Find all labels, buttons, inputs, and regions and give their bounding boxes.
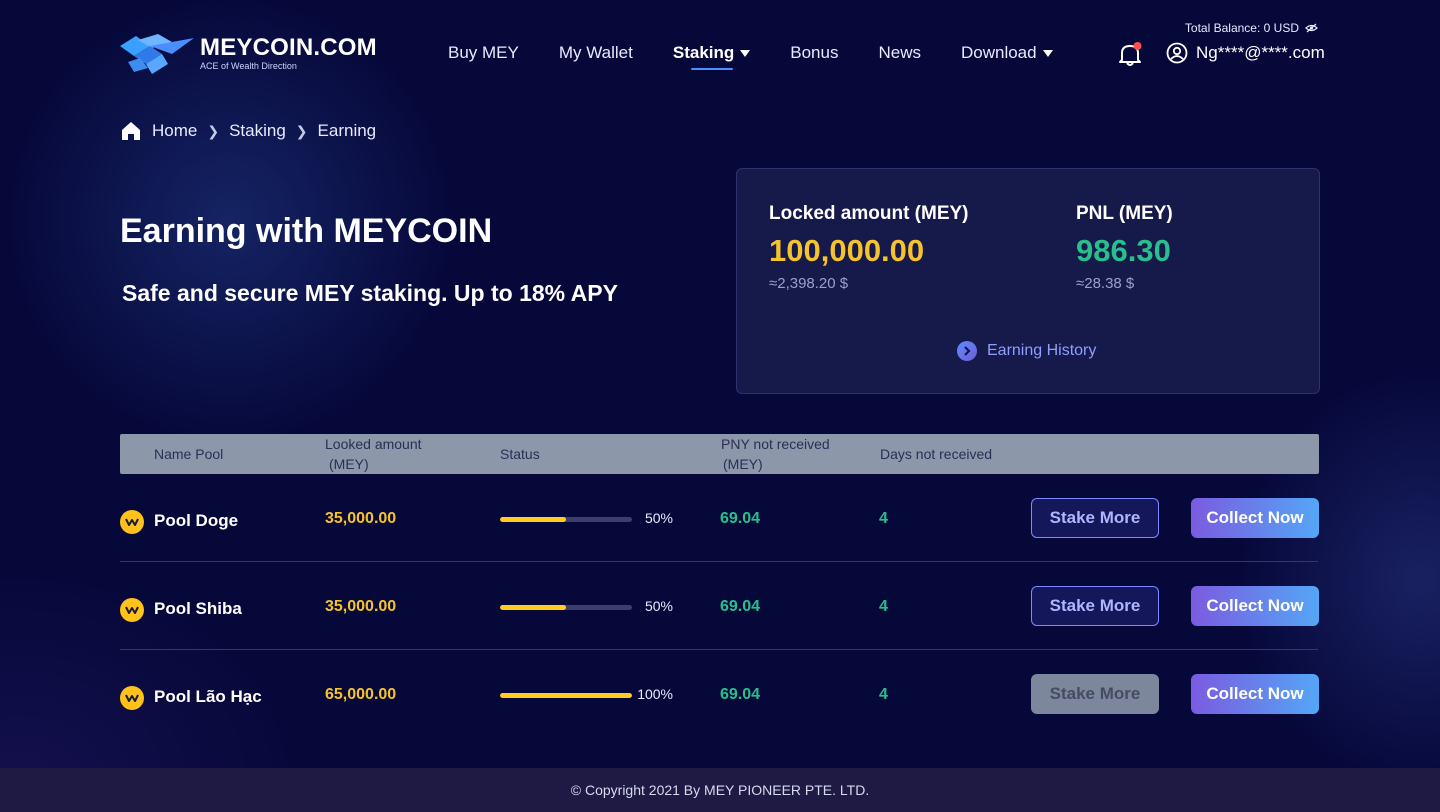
nav-buy-mey-label: Buy MEY [448,43,519,62]
chevron-right-icon: ❯ [295,122,308,139]
header-locked-amount-line1: Looked amount [325,436,422,452]
nav-staking-label: Staking [672,43,735,62]
locked-amount: 35,000.00 [325,510,397,527]
earning-history-link[interactable]: Earning History [957,341,1096,361]
stake-more-button: Stake More [1031,674,1159,714]
stake-more-button[interactable]: Stake More [1031,498,1159,538]
locked-amount-value: 100,000.00 [769,233,925,268]
collect-now-button[interactable]: Collect Now [1191,586,1319,626]
user-email: Ng****@****.com [1196,43,1325,62]
locked-amount-stat: Locked amount (MEY) 100,000.00 ≈2,398.20… [769,203,969,292]
chevron-down-icon [740,49,751,57]
eye-hidden-icon[interactable] [1305,23,1318,33]
coin-icon [120,510,144,534]
pny-not-received: 69.04 [720,510,761,527]
header-pny-line1: PNY not received [721,436,830,452]
table-row: Pool Doge 35,000.00 50% 69.04 4 Stake More Col… [120,474,1319,562]
bell-icon[interactable] [1118,41,1142,67]
arrow-right-circle-icon [957,341,977,361]
locked-amount: 65,000.00 [325,686,397,703]
pool-name: Pool Doge [154,511,239,530]
chevron-down-icon [1042,49,1053,57]
footer: © Copyright 2021 By MEY PIONEER PTE. LTD… [0,768,1440,812]
page-title: Earning with MEYCOIN [120,212,493,250]
pnl-label: PNL (MEY) [1076,203,1173,224]
balance-label: Total Balance: [1184,21,1261,35]
user-circle-icon [1166,42,1188,64]
header-pny: PNY not received (MEY) [721,434,830,474]
breadcrumb-earning: Earning [317,121,377,140]
chevron-right-icon: ❯ [207,122,220,139]
locked-amount-usd: ≈2,398.20 $ [769,275,849,292]
stake-more-button[interactable]: Stake More [1031,586,1159,626]
breadcrumb-staking[interactable]: Staking [229,121,286,141]
status-progress-bar [500,693,632,698]
copyright-text: © Copyright 2021 By MEY PIONEER PTE. LTD… [570,782,870,798]
status-percent: 50% [644,598,673,614]
status-progress-fill [500,605,566,610]
header-locked-amount-line2: (MEY) [329,456,369,472]
table-row: Pool Shiba 35,000.00 50% 69.04 4 Stake More Co… [120,562,1319,650]
nav-my-wallet[interactable]: My Wallet [559,42,633,64]
status-progress-fill [500,517,566,522]
logo[interactable]: MEYCOIN.COM ACE of Wealth Direction [120,34,377,76]
days-not-received: 4 [879,598,888,615]
total-balance: Total Balance: 0 USD [1185,21,1318,35]
header-days: Days not received [880,446,993,462]
header-status: Status [500,446,540,462]
user-account[interactable]: Ng****@****.com [1166,42,1325,64]
nav-staking[interactable]: Staking [672,42,751,70]
collect-now-button[interactable]: Collect Now [1191,674,1319,714]
table-row: Pool Lão Hạc 65,000.00 100% 69.04 4 Stake Mor… [120,650,1319,738]
meycoin-logo-icon [120,34,194,74]
status-progress-bar [500,517,632,522]
nav-buy-mey[interactable]: Buy MEY [448,42,519,64]
pool-table-header: Name Pool Looked amount (MEY) Status PNY… [120,434,1319,474]
status-percent: 50% [644,510,673,526]
nav-bonus[interactable]: Bonus [790,42,838,64]
logo-title: MEYCOIN.COM [200,34,377,61]
coin-icon [120,598,144,622]
pny-not-received: 69.04 [720,598,761,615]
locked-amount: 35,000.00 [325,598,397,615]
days-not-received: 4 [879,686,888,703]
home-icon[interactable] [120,120,142,142]
breadcrumb-home[interactable]: Home [152,121,197,141]
status-progress-bar [500,605,632,610]
nav-news-label: News [878,43,921,62]
status-percent: 100% [637,686,673,702]
balance-value: 0 USD [1263,21,1299,35]
page-subtitle: Safe and secure MEY staking. Up to 18% A… [122,280,618,306]
nav-download[interactable]: Download [961,42,1053,64]
pnl-value: 986.30 [1076,233,1171,268]
top-header: MEYCOIN.COM ACE of Wealth Direction Buy … [0,0,1440,100]
earning-history-label: Earning History [987,342,1097,359]
collect-now-button[interactable]: Collect Now [1191,498,1319,538]
nav-my-wallet-label: My Wallet [558,43,633,62]
days-not-received: 4 [879,510,888,527]
nav-download-label: Download [960,43,1037,62]
main-nav: Buy MEY My Wallet Staking Bonus News Dow… [448,42,1093,70]
nav-news[interactable]: News [878,42,921,64]
header-locked-amount: Looked amount (MEY) [325,434,422,474]
pnl-usd: ≈28.38 $ [1076,275,1135,292]
pny-not-received: 69.04 [720,686,761,703]
nav-bonus-label: Bonus [790,43,839,62]
coin-icon [120,686,144,710]
status-progress-fill [500,693,632,698]
header-pny-line2: (MEY) [723,456,763,472]
pnl-stat: PNL (MEY) 986.30 ≈28.38 $ [1076,203,1173,292]
pool-name: Pool Shiba [154,599,242,618]
locked-amount-label: Locked amount (MEY) [769,203,969,224]
pool-name: Pool Lão Hạc [154,687,262,706]
earning-summary-card: Locked amount (MEY) 100,000.00 ≈2,398.20… [736,168,1320,394]
header-name-pool: Name Pool [154,446,224,462]
breadcrumb: Home ❯ Staking ❯ Earning [120,120,376,142]
logo-tagline: ACE of Wealth Direction [200,61,297,71]
